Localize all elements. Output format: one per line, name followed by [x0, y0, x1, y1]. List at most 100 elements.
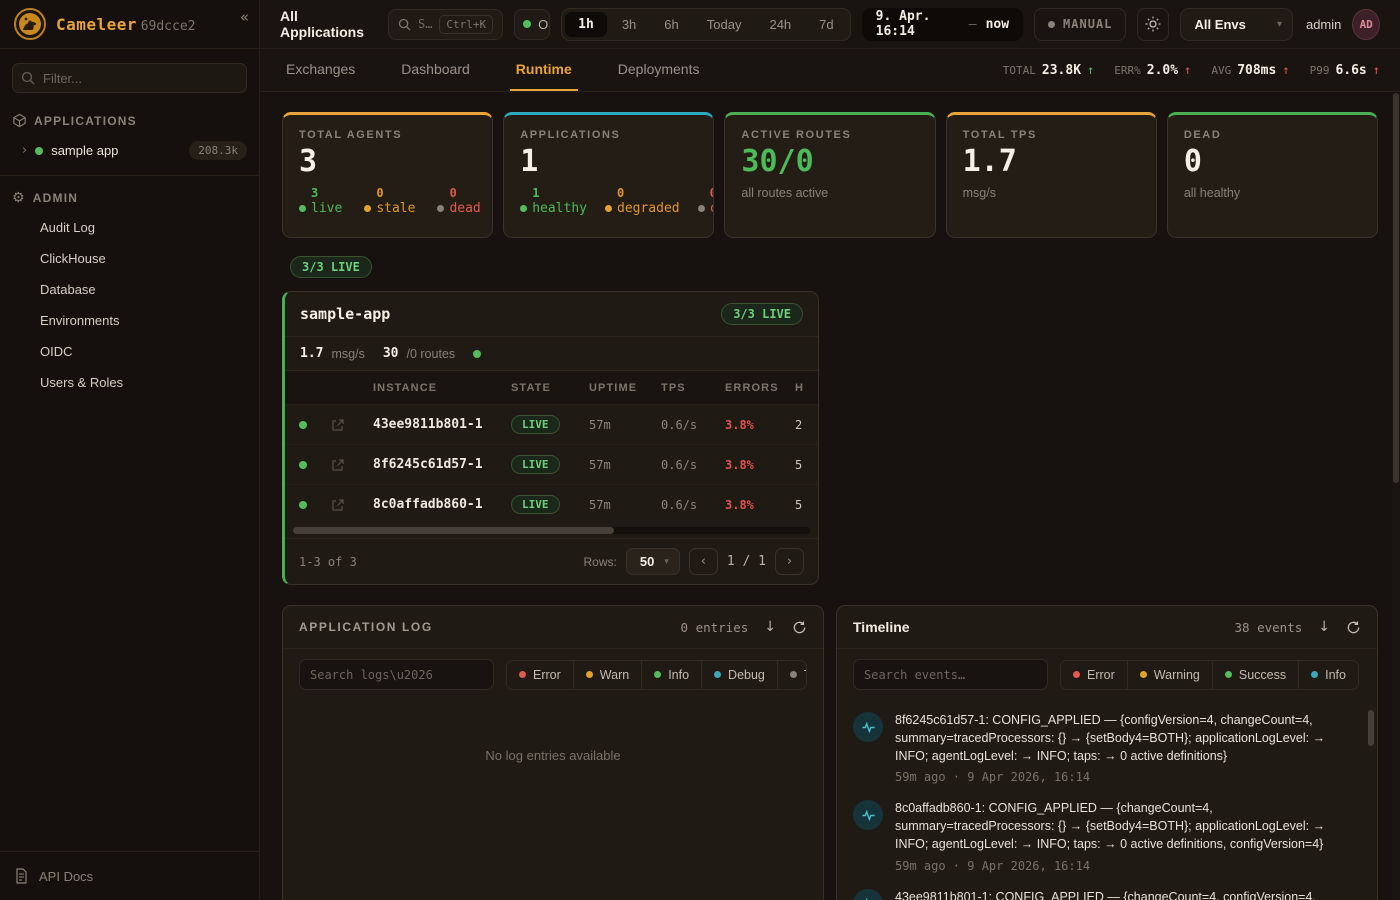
- sidebar-item-oidc[interactable]: OIDC: [0, 336, 259, 367]
- scrollbar-thumb[interactable]: [1393, 93, 1399, 483]
- refresh-icon[interactable]: [1346, 620, 1361, 635]
- filter-error[interactable]: Error: [507, 661, 573, 689]
- status-dot: [520, 205, 527, 212]
- instance-id: 8c0affadb860-1: [373, 497, 511, 512]
- timeline-event[interactable]: 8c0affadb860-1: CONFIG_APPLIED — {change…: [853, 800, 1359, 872]
- range-24h[interactable]: 24h: [756, 12, 804, 37]
- filter-success[interactable]: Success: [1212, 661, 1298, 689]
- sidebar-item-environments[interactable]: Environments: [0, 305, 259, 336]
- filter-warning[interactable]: Warning: [1127, 661, 1212, 689]
- trend-up-icon: ↑: [1282, 63, 1289, 77]
- filter-error[interactable]: Error: [1061, 661, 1127, 689]
- applications-section-label: APPLICATIONS: [34, 114, 137, 128]
- window-scrollbar[interactable]: [1392, 93, 1400, 900]
- brand-version: 69dcce2: [141, 19, 196, 34]
- card-subtitle: all healthy: [1184, 186, 1361, 200]
- next-page-button[interactable]: ›: [775, 548, 804, 575]
- sidebar-item-sample-app[interactable]: › sample app 208.3k: [0, 134, 259, 167]
- status-dot: [299, 205, 306, 212]
- download-icon[interactable]: ↓: [764, 619, 776, 635]
- instance-id: 43ee9811b801-1: [373, 417, 511, 432]
- filter-debug[interactable]: Debug: [701, 661, 777, 689]
- external-link-icon[interactable]: [331, 458, 373, 472]
- scrollbar-thumb[interactable]: [293, 527, 614, 534]
- h-value: 5: [795, 458, 819, 472]
- external-link-icon[interactable]: [331, 418, 373, 432]
- breakdown-dead: 0dead: [437, 186, 480, 217]
- event-timestamp: 59m ago · 9 Apr 2026, 16:14: [895, 859, 1359, 873]
- timeline-event-list[interactable]: 8f6245c61d57-1: CONFIG_APPLIED — {config…: [837, 702, 1377, 900]
- env-select[interactable]: All Envs ▾: [1180, 8, 1293, 41]
- rows-per-page-label: Rows:: [584, 555, 617, 569]
- tab-deployments[interactable]: Deployments: [612, 49, 706, 91]
- filter-label: Info: [1325, 668, 1346, 682]
- datetime-separator: —: [969, 17, 977, 32]
- timeline-scrollbar-thumb[interactable]: [1368, 710, 1374, 746]
- sidebar-item-database[interactable]: Database: [0, 274, 259, 305]
- card-subtitle: all routes active: [741, 186, 918, 200]
- filter-warn[interactable]: Warn: [573, 661, 641, 689]
- sidebar-collapse-icon[interactable]: «: [240, 8, 249, 26]
- uptime-value: 57m: [589, 458, 661, 472]
- online-status-button[interactable]: O: [514, 9, 550, 40]
- theme-toggle-button[interactable]: [1137, 8, 1168, 41]
- warning-dot: [1140, 671, 1147, 678]
- warn-dot: [586, 671, 593, 678]
- api-docs-link[interactable]: API Docs: [0, 851, 259, 900]
- refresh-icon[interactable]: [792, 620, 807, 635]
- range-3h[interactable]: 3h: [609, 12, 649, 37]
- info-dot: [1311, 671, 1318, 678]
- summary-cards: TOTAL AGENTS 3 3live 0stale 0dead APPLIC…: [282, 112, 1378, 238]
- filter-info[interactable]: Info: [1298, 661, 1358, 689]
- table-row[interactable]: 8f6245c61d57-1 LIVE 57m 0.6/s 3.8% 5: [285, 444, 818, 484]
- tab-runtime[interactable]: Runtime: [510, 49, 578, 91]
- tab-dashboard[interactable]: Dashboard: [395, 49, 476, 91]
- sample-app-live-badge: 3/3 LIVE: [721, 303, 803, 325]
- status-dot: [698, 205, 705, 212]
- external-link-icon[interactable]: [331, 498, 373, 512]
- sidebar-item-users-roles[interactable]: Users & Roles: [0, 367, 259, 398]
- h-value: 5: [795, 498, 819, 512]
- timeline-event[interactable]: 8f6245c61d57-1: CONFIG_APPLIED — {config…: [853, 712, 1359, 784]
- datetime-range[interactable]: 9. Apr. 16:14 — now: [862, 8, 1023, 41]
- avatar[interactable]: AD: [1352, 9, 1380, 40]
- filter-info[interactable]: Info: [641, 661, 701, 689]
- range-6h[interactable]: 6h: [651, 12, 691, 37]
- manual-refresh-button[interactable]: MANUAL: [1034, 8, 1126, 41]
- log-search-input[interactable]: [299, 659, 494, 690]
- tab-exchanges[interactable]: Exchanges: [280, 49, 361, 91]
- search-label: S…: [418, 17, 432, 31]
- breakdown-value: 0: [617, 186, 680, 201]
- global-search-button[interactable]: S… Ctrl+K: [388, 9, 503, 40]
- breakdown-label: critical: [710, 201, 715, 217]
- filter-trace[interactable]: Trace: [777, 661, 807, 689]
- prev-page-button[interactable]: ‹: [689, 548, 718, 575]
- range-1h[interactable]: 1h: [565, 12, 607, 37]
- breakdown-critical: 0critical: [698, 186, 715, 217]
- meta-routes-value: 30: [383, 346, 399, 361]
- col-tps: TPS: [661, 382, 725, 394]
- timeline-event[interactable]: 43ee9811b801-1: CONFIG_APPLIED — {change…: [853, 889, 1359, 900]
- status-dot: [605, 205, 612, 212]
- horizontal-scrollbar[interactable]: [293, 527, 810, 534]
- sample-app-meta: 1.7 msg/s 30 /0 routes: [285, 336, 818, 370]
- status-dot: [299, 421, 307, 429]
- table-row[interactable]: 43ee9811b801-1 LIVE 57m 0.6/s 3.8% 2: [285, 404, 818, 444]
- table-footer: 1-3 of 3 Rows: 50 ▾ ‹ 1 / 1 ›: [285, 538, 818, 584]
- range-7d[interactable]: 7d: [806, 12, 846, 37]
- sidebar-filter: [12, 63, 247, 93]
- timeline-search-input[interactable]: [853, 659, 1048, 690]
- breakdown-label: live: [311, 201, 342, 217]
- sidebar-filter-input[interactable]: [12, 63, 247, 93]
- table-row[interactable]: 8c0affadb860-1 LIVE 57m 0.6/s 3.8% 5: [285, 484, 818, 524]
- download-icon[interactable]: ↓: [1318, 619, 1330, 635]
- trend-up-icon: ↑: [1184, 63, 1191, 77]
- bottom-panels: APPLICATION LOG 0 entries ↓ Error Warn: [282, 605, 1378, 900]
- chevron-right-icon[interactable]: ›: [22, 143, 27, 158]
- sidebar-item-clickhouse[interactable]: ClickHouse: [0, 243, 259, 274]
- sidebar-item-audit-log[interactable]: Audit Log: [0, 212, 259, 243]
- card-applications: APPLICATIONS 1 1healthy 0degraded 0criti…: [503, 112, 714, 238]
- range-today[interactable]: Today: [694, 12, 755, 37]
- brand-title: Cameleer 69dcce2: [56, 15, 195, 34]
- rows-per-page-select[interactable]: 50 ▾: [626, 548, 680, 575]
